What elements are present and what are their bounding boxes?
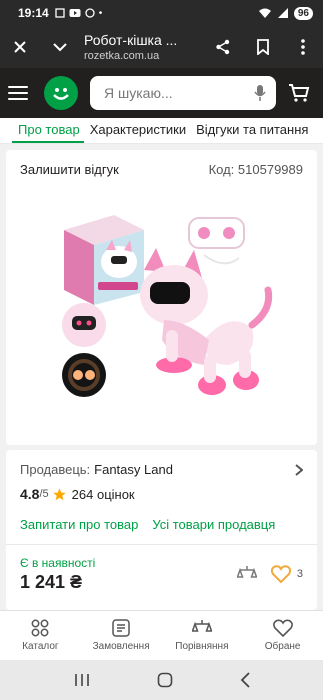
share-button[interactable] (203, 26, 243, 68)
nav-compare-label: Порівняння (175, 641, 229, 652)
share-icon (216, 39, 230, 55)
seller-card: Продавець: Fantasy Land 4.8 /5 264 оціно… (6, 450, 317, 610)
divider (6, 544, 317, 545)
viber-icon (85, 8, 95, 18)
product-code-label: Код: (208, 162, 235, 177)
youtube-icon (69, 9, 81, 17)
home-icon[interactable] (157, 672, 173, 688)
seller-row[interactable]: Продавець: Fantasy Land (20, 462, 303, 477)
leave-review-link[interactable]: Залишити відгук (20, 162, 119, 177)
chevron-down-icon (53, 43, 67, 52)
close-tab-button[interactable] (0, 26, 40, 68)
robot-cat-illustration (140, 248, 273, 395)
remote-illustration (188, 217, 245, 265)
nav-orders-label: Замовлення (92, 641, 150, 652)
rating-max: /5 (39, 488, 49, 500)
bookmark-button[interactable] (243, 26, 283, 68)
seller-name: Fantasy Land (94, 462, 173, 477)
system-navigation-bar (0, 660, 323, 700)
tab-reviews[interactable]: Відгуки та питання (190, 122, 312, 143)
seller-rating: 4.8 /5 264 оцінок (20, 486, 135, 502)
close-icon (14, 41, 26, 53)
microphone-icon[interactable] (254, 84, 266, 102)
ask-about-product-link[interactable]: Запитати про товар (20, 517, 138, 532)
back-icon[interactable] (240, 672, 250, 688)
more-menu-button[interactable] (283, 26, 323, 68)
browser-toolbar: Робот-кішка ... rozetka.com.ua (0, 26, 323, 68)
tab-characteristics[interactable]: Характеристики (84, 122, 190, 143)
menu-button[interactable] (8, 80, 34, 106)
chevron-right-icon (295, 463, 303, 476)
seller-links: Запитати про товар Усі товари продавця (20, 517, 275, 532)
tab-about[interactable]: Про товар (12, 122, 84, 143)
collapse-button[interactable] (40, 26, 80, 68)
seller-label: Продавець: (20, 462, 91, 477)
nav-compare[interactable]: Порівняння (162, 611, 243, 660)
compare-icon (191, 620, 212, 632)
recent-apps-icon[interactable] (74, 673, 90, 687)
product-code-value: 510579989 (237, 162, 303, 177)
product-tabs: Про товар Характеристики Відгуки та пита… (0, 118, 323, 144)
status-bar: 19:14 • 96 (0, 0, 323, 26)
more-vertical-icon (301, 39, 305, 55)
menu-icon (8, 86, 28, 88)
price-actions: 3 (236, 564, 303, 584)
rating-value: 4.8 (20, 486, 40, 502)
signal-icon (277, 8, 288, 18)
gallery-icon (55, 8, 65, 18)
orders-icon (112, 619, 130, 637)
smile-logo-icon (53, 88, 69, 100)
heart-icon (272, 619, 293, 637)
site-header: Я шукаю... (0, 68, 323, 118)
price: 1 241 ₴ (20, 572, 83, 592)
favorites-count: 3 (296, 568, 303, 580)
rozetka-logo[interactable] (44, 76, 78, 110)
status-time: 19:14 (18, 6, 49, 20)
notification-icons: • (55, 7, 103, 19)
review-row: Залишити відгук Код: 510579989 (20, 162, 303, 177)
product-card: Залишити відгук Код: 510579989 (6, 150, 317, 445)
bottom-navigation: Каталог Замовлення Порівняння Обране (0, 610, 323, 660)
product-code: Код: 510579989 (209, 162, 303, 177)
search-input[interactable]: Я шукаю... (90, 76, 276, 110)
cart-icon (289, 84, 310, 102)
availability-status: Є в наявності (20, 556, 96, 570)
nav-catalog[interactable]: Каталог (0, 611, 81, 660)
nav-favorites-label: Обране (264, 641, 301, 652)
nav-catalog-label: Каталог (22, 641, 59, 652)
page-title-block[interactable]: Робот-кішка ... rozetka.com.ua (80, 32, 203, 62)
compare-button[interactable] (236, 564, 257, 584)
robot-cat-product-image[interactable] (54, 200, 284, 425)
wifi-icon (258, 8, 271, 18)
catalog-icon (31, 619, 49, 637)
page-url: rozetka.com.ua (84, 50, 160, 62)
page-title: Робот-кішка ... (84, 32, 178, 48)
bookmark-icon (257, 39, 269, 55)
dot-icon: • (98, 7, 103, 19)
battery-indicator: 96 (293, 6, 313, 20)
nav-favorites[interactable]: Обране (242, 611, 323, 660)
nav-orders[interactable]: Замовлення (81, 611, 162, 660)
reviews-count: 264 оцінок (71, 486, 135, 502)
all-seller-goods-link[interactable]: Усі товари продавця (152, 517, 275, 532)
detail-thumbnail-glow (62, 353, 106, 397)
search-placeholder: Я шукаю... (104, 85, 173, 101)
heart-icon[interactable] (270, 565, 291, 583)
star-icon (52, 488, 66, 500)
box-illustration (64, 215, 144, 305)
detail-thumbnail-face (62, 303, 106, 347)
cart-button[interactable] (286, 80, 312, 106)
